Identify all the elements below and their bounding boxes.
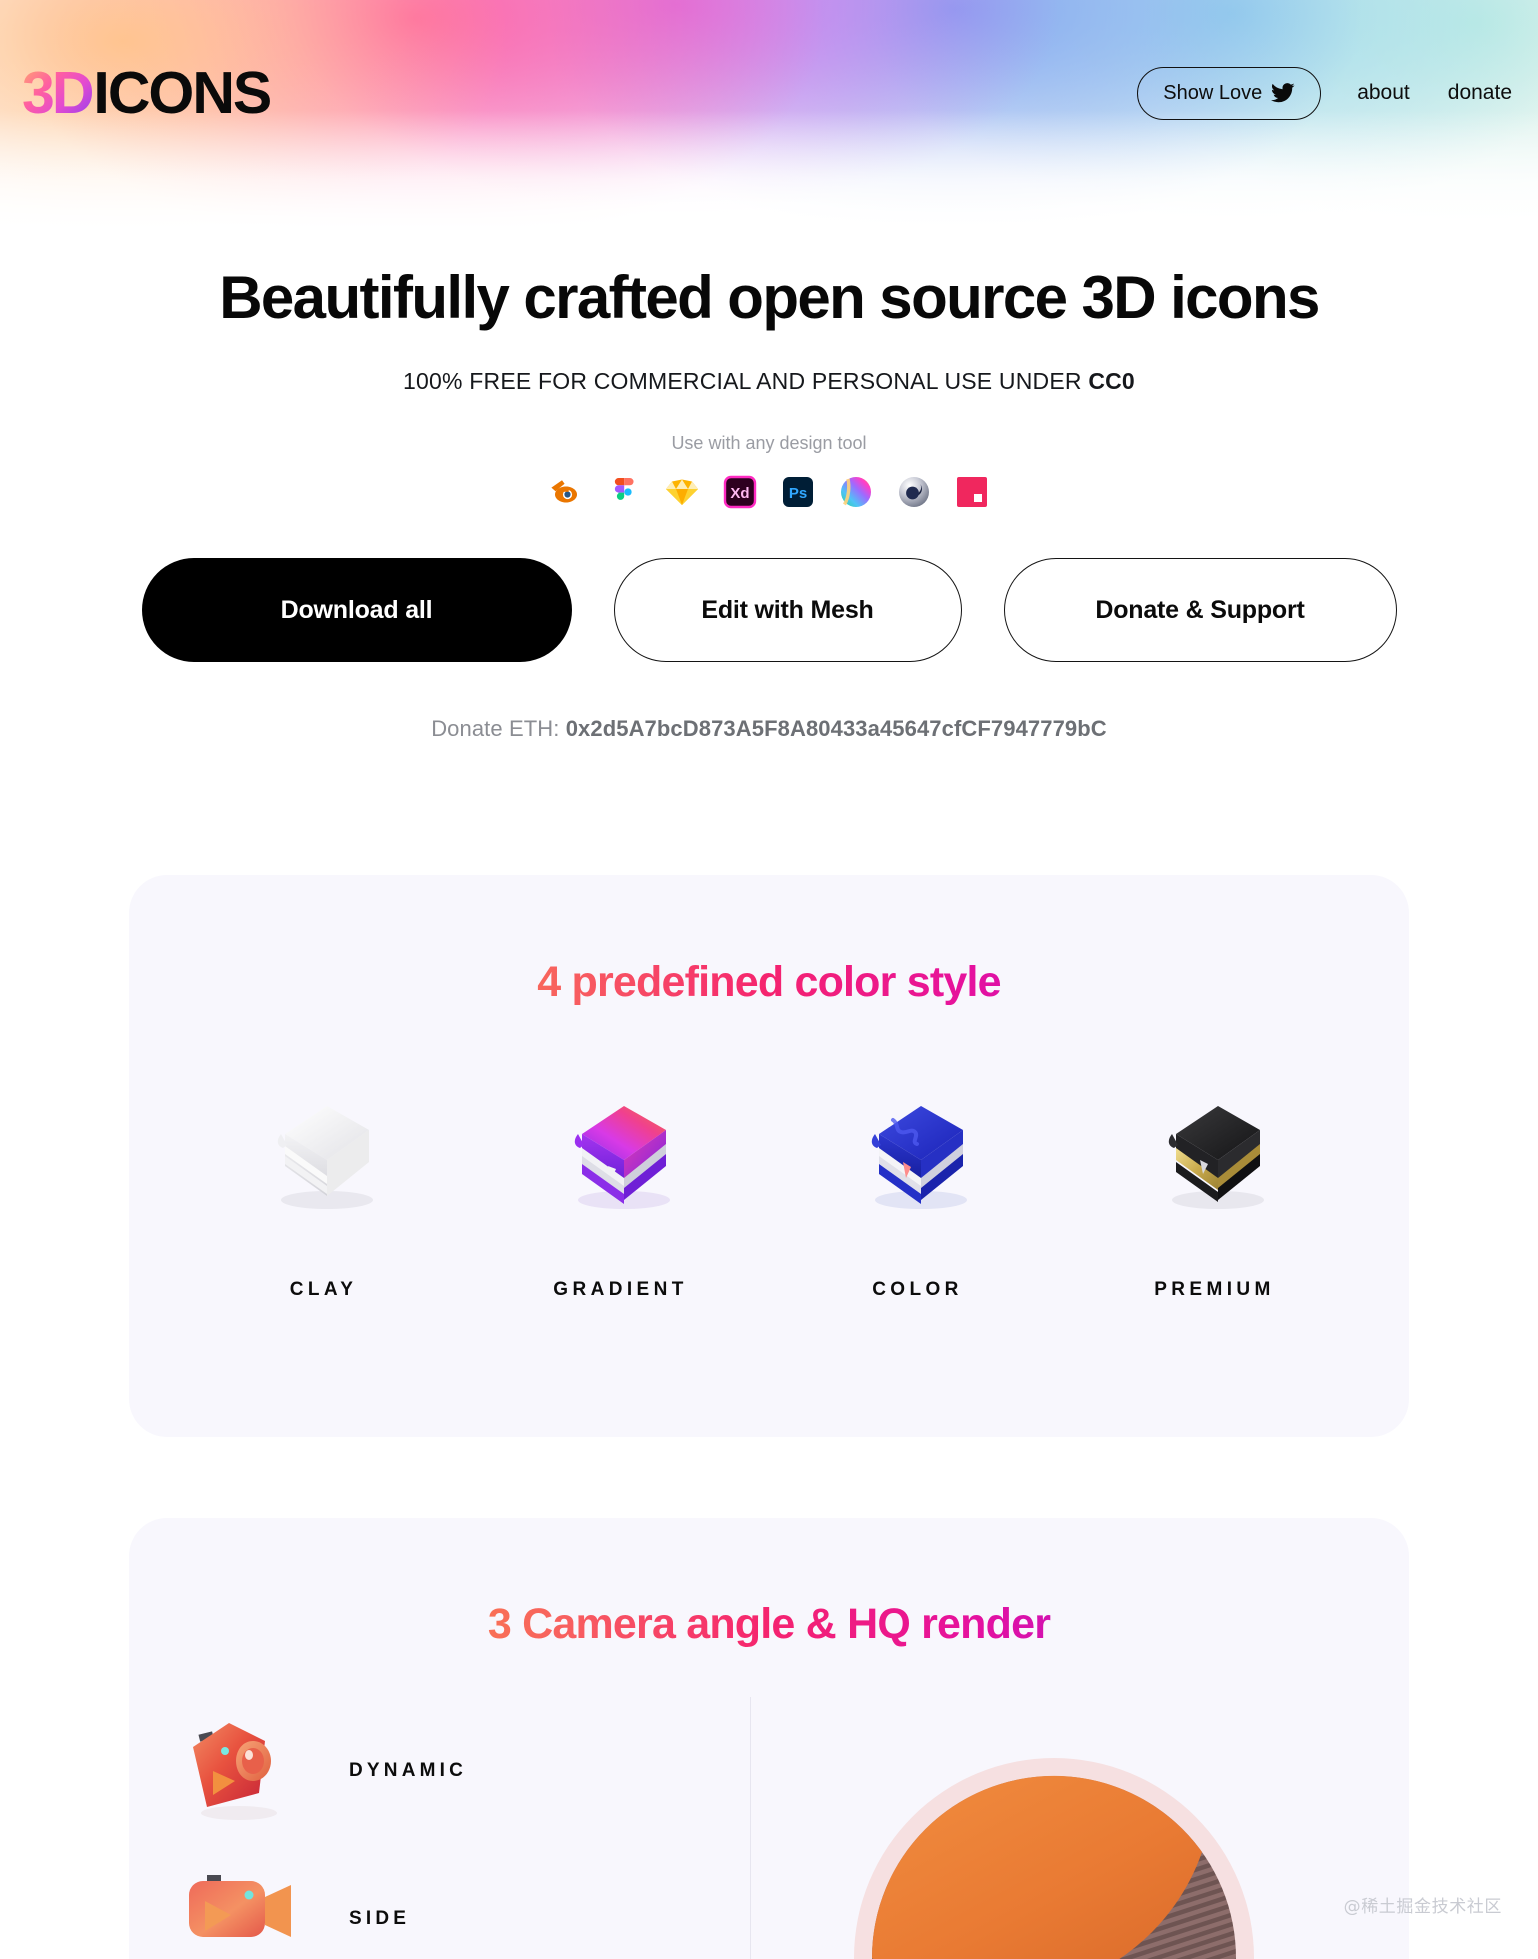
svg-text:Ps: Ps [789, 485, 807, 502]
license-badge: CC0 [1088, 368, 1135, 395]
eth-address[interactable]: 0x2d5A7bcD873A5F8A80433a45647cfCF7947779… [566, 716, 1107, 741]
figma-icon [606, 474, 642, 510]
site-logo[interactable]: 3D ICONS [22, 59, 272, 126]
camera-angle-title: 3 Camera angle & HQ render [129, 1600, 1409, 1649]
blender-icon [548, 474, 584, 510]
spline-icon [838, 474, 874, 510]
color-styles-title: 4 predefined color style [129, 958, 1409, 1007]
camera-side-icon [177, 1853, 309, 1959]
donate-support-button[interactable]: Donate & Support [1003, 558, 1397, 663]
camera-angle-label-dynamic: DYNAMIC [349, 1760, 468, 1781]
color-styles-panel: 4 predefined color style CLAY GRADIENT C… [129, 875, 1409, 1437]
svg-text:Xd: Xd [730, 485, 749, 502]
camera-angle-row-dynamic[interactable]: DYNAMIC [177, 1697, 750, 1845]
style-cell-gradient[interactable]: GRADIENT [472, 1069, 769, 1301]
logo-3d-text: 3D [22, 59, 94, 126]
adobe-xd-icon: Xd [722, 474, 758, 510]
nav-link-donate[interactable]: donate [1446, 77, 1514, 109]
design-tool-list: Xd Ps [0, 474, 1538, 510]
invision-icon [954, 474, 990, 510]
nav-link-about[interactable]: about [1355, 77, 1412, 109]
style-cell-color[interactable]: COLOR [769, 1069, 1066, 1301]
book-gradient-icon [472, 1069, 769, 1219]
style-label-gradient: GRADIENT [553, 1279, 688, 1300]
twitter-bird-icon [1271, 83, 1295, 103]
camera-angle-panel: 3 Camera angle & HQ render DYNAMIC SIDE [129, 1518, 1409, 1959]
download-all-button[interactable]: Download all [141, 558, 572, 663]
camera-angle-label-side: SIDE [349, 1908, 411, 1929]
license-text: 100% FREE FOR COMMERCIAL AND PERSONAL US… [403, 368, 1089, 395]
style-label-clay: CLAY [289, 1279, 358, 1300]
book-premium-icon [1066, 1069, 1363, 1219]
cta-button-row: Download all Edit with Mesh Donate & Sup… [0, 558, 1538, 663]
cinema4d-icon [896, 474, 932, 510]
landing-page: 3D ICONS Show Love about donate Beautiful… [0, 0, 1538, 1959]
color-styles-grid: CLAY GRADIENT COLOR PREMIUM [129, 1069, 1409, 1301]
page-title: Beautifully crafted open source 3D icons [219, 264, 1320, 331]
show-love-label: Show Love [1163, 81, 1263, 104]
design-tool-label: Use with any design tool [671, 433, 867, 454]
photoshop-icon: Ps [780, 474, 816, 510]
orange-3d-render-preview [839, 1723, 1269, 1959]
style-cell-premium[interactable]: PREMIUM [1066, 1069, 1363, 1301]
eth-donation-line: Donate ETH: 0x2d5A7bcD873A5F8A80433a4564… [0, 716, 1538, 742]
eth-label: Donate ETH: [431, 716, 560, 742]
site-watermark: @稀土掘金技术社区 [1343, 1897, 1502, 1917]
camera-angle-list: DYNAMIC SIDE [129, 1697, 751, 1959]
camera-preview-area [751, 1697, 1409, 1959]
site-header: 3D ICONS Show Love about donate [0, 0, 1538, 186]
book-clay-icon [175, 1069, 472, 1219]
logo-icons-text: ICONS [93, 59, 272, 126]
show-love-button[interactable]: Show Love [1137, 66, 1322, 120]
style-label-premium: PREMIUM [1154, 1279, 1275, 1300]
camera-dynamic-icon [177, 1705, 309, 1837]
header-nav: Show Love about donate [1137, 66, 1514, 120]
style-label-color: COLOR [872, 1279, 963, 1300]
camera-angle-split: DYNAMIC SIDE [129, 1697, 1409, 1959]
edit-with-mesh-button[interactable]: Edit with Mesh [613, 558, 962, 663]
license-subheading: 100% FREE FOR COMMERCIAL AND PERSONAL US… [0, 368, 1538, 395]
hero-section: Beautifully crafted open source 3D icons… [0, 186, 1538, 742]
sketch-icon [664, 474, 700, 510]
style-cell-clay[interactable]: CLAY [175, 1069, 472, 1301]
camera-angle-row-side[interactable]: SIDE [177, 1845, 750, 1959]
book-color-icon [769, 1069, 1066, 1219]
